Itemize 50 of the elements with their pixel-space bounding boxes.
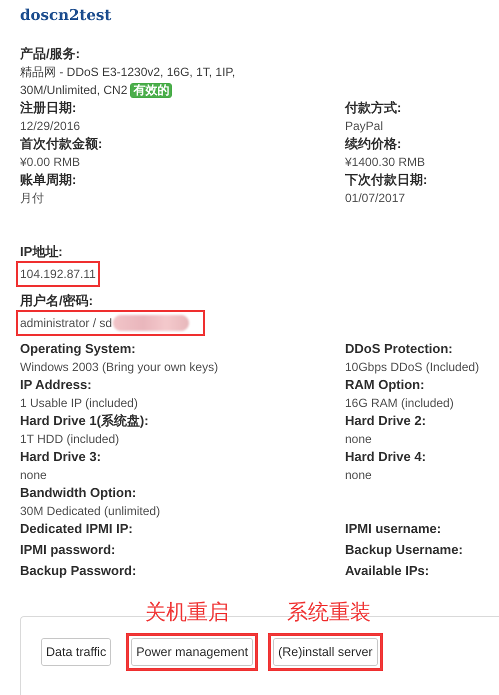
field-label: 下次付款日期: bbox=[345, 171, 428, 189]
field-value: 1 Usable IP (included) bbox=[20, 395, 139, 412]
field-value: 30M Dedicated (unlimited) bbox=[20, 503, 162, 520]
action-button[interactable]: Data traffic bbox=[41, 638, 112, 666]
field-label: 首次付款金额: bbox=[20, 135, 104, 153]
field-label: Available IPs: bbox=[345, 562, 430, 580]
field-value: ¥0.00 RMB bbox=[20, 154, 82, 171]
annotation-note: 系统重装 bbox=[287, 599, 372, 626]
field-label: IPMI username: bbox=[345, 520, 442, 538]
field-value: none bbox=[345, 431, 373, 448]
action-button[interactable]: (Re)install server bbox=[273, 638, 378, 666]
field-value: ¥1400.30 RMB bbox=[345, 154, 426, 171]
field-label: RAM Option: bbox=[345, 376, 426, 394]
status-badge: 有效的 bbox=[130, 83, 172, 98]
field-value: PayPal bbox=[345, 118, 384, 135]
field-label: DDoS Protection: bbox=[345, 340, 454, 358]
field-value: 16G RAM (included) bbox=[345, 395, 455, 412]
field-label: Backup Password: bbox=[20, 562, 138, 580]
field-value: 01/07/2017 bbox=[345, 190, 406, 207]
field-value: 月付 bbox=[20, 190, 45, 207]
field-value: 10Gbps DDoS (Included) bbox=[345, 359, 480, 376]
field-value: 精品网 - DDoS E3-1230v2, 16G, 1T, 1IP, bbox=[20, 65, 236, 79]
field-value: 104.192.87.11 bbox=[20, 266, 96, 283]
field-label: 账单周期: bbox=[20, 171, 78, 189]
field-label: IPMI password: bbox=[20, 541, 116, 559]
field-label: Dedicated IPMI IP: bbox=[20, 520, 134, 538]
field-label: Operating System: bbox=[20, 340, 137, 358]
field-label: 付款方式: bbox=[345, 99, 402, 117]
field-label: Bandwidth Option: bbox=[20, 484, 138, 502]
field-label: 注册日期: bbox=[20, 99, 78, 117]
field-label: Hard Drive 3: bbox=[20, 448, 102, 466]
annotation-note: 关机重启 bbox=[145, 599, 230, 626]
field-label: Hard Drive 4: bbox=[345, 448, 427, 466]
field-label: Hard Drive 2: bbox=[345, 412, 427, 430]
field-label: Hard Drive 1(系统盘): bbox=[20, 412, 150, 430]
field-label: 续约价格: bbox=[345, 135, 402, 153]
field-value: Windows 2003 (Bring your own keys) bbox=[20, 359, 220, 376]
field-value: 30M/Unlimited, CN2 bbox=[20, 83, 128, 97]
field-label: 产品/服务: bbox=[20, 45, 81, 63]
field-value: administrator / sd bbox=[20, 315, 112, 332]
field-label: IP地址: bbox=[20, 243, 64, 261]
service-title: doscn2test bbox=[20, 6, 112, 26]
field-label: Backup Username: bbox=[345, 541, 464, 559]
field-value: none bbox=[20, 467, 48, 484]
field-value: 1T HDD (included) bbox=[20, 431, 120, 448]
field-label: IP Address: bbox=[20, 376, 93, 394]
field-value: 12/29/2016 bbox=[20, 118, 82, 135]
action-button[interactable]: Power management bbox=[131, 638, 254, 666]
field-value: none bbox=[345, 467, 373, 484]
field-label: 用户名/密码: bbox=[20, 292, 94, 310]
